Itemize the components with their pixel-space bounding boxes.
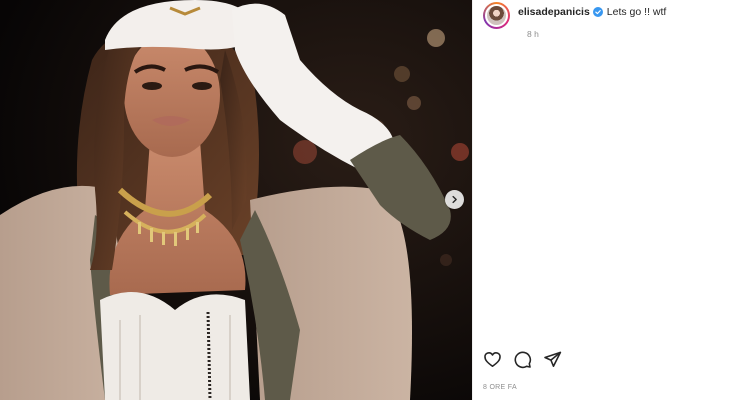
comment-button[interactable]: [513, 350, 532, 369]
caption: elisadepanicis Lets go !! wtf: [518, 5, 666, 19]
comment-icon: [514, 351, 532, 369]
chevron-right-icon: [452, 195, 457, 204]
like-button[interactable]: [483, 350, 502, 369]
action-bar: [483, 350, 562, 369]
next-photo-button[interactable]: [445, 190, 464, 209]
send-icon: [544, 351, 562, 368]
caption-block: elisadepanicis Lets go !! wtf 8 h: [518, 5, 666, 39]
post-media[interactable]: [0, 0, 472, 400]
share-button[interactable]: [543, 350, 562, 369]
username-link[interactable]: elisadepanicis: [518, 5, 590, 19]
avatar-image: [485, 4, 508, 27]
post-photo: [0, 0, 472, 400]
post-date[interactable]: 8 ORE FA: [483, 384, 517, 391]
caption-text: Lets go !! wtf: [606, 6, 667, 18]
heart-icon: [484, 351, 501, 368]
post-header: elisadepanicis Lets go !! wtf 8 h: [483, 2, 666, 39]
post-time[interactable]: 8 h: [527, 29, 666, 39]
post-side-panel: elisadepanicis Lets go !! wtf 8 h 8 ORE …: [472, 0, 750, 400]
avatar[interactable]: [483, 2, 510, 29]
verified-badge-icon: [592, 7, 603, 17]
instagram-post: elisadepanicis Lets go !! wtf 8 h 8 ORE …: [0, 0, 750, 400]
